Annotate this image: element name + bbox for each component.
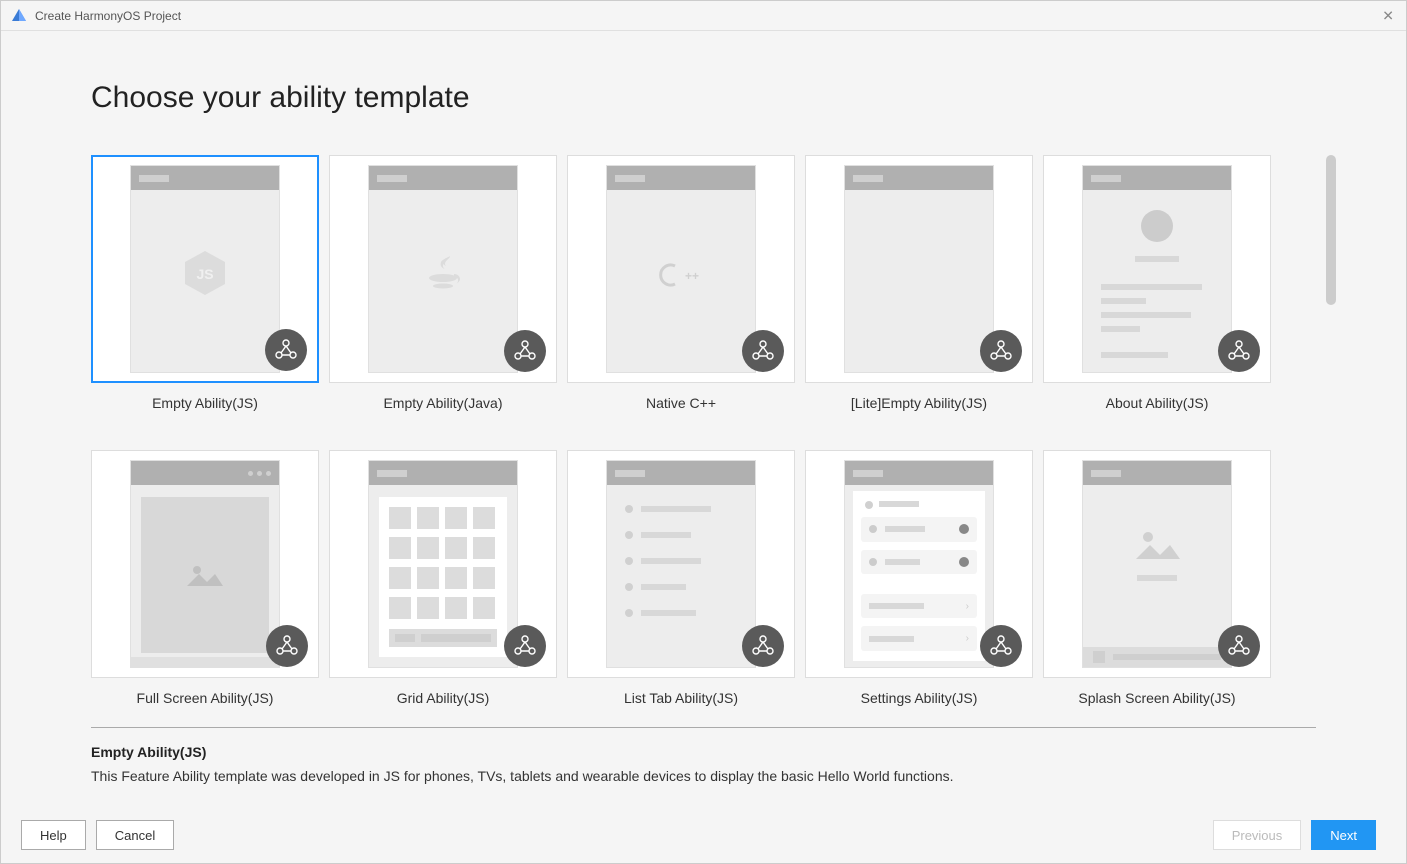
template-label: About Ability(JS): [1106, 395, 1209, 411]
harmony-badge-icon: [1218, 330, 1260, 372]
harmony-badge-icon: [742, 625, 784, 667]
harmony-badge-icon: [266, 625, 308, 667]
titlebar: Create HarmonyOS Project ✕: [1, 1, 1406, 31]
svg-text:++: ++: [685, 269, 699, 283]
description-title: Empty Ability(JS): [91, 744, 1316, 760]
app-logo-icon: [11, 8, 27, 24]
page-title: Choose your ability template: [91, 81, 1316, 115]
previous-button: Previous: [1213, 820, 1302, 850]
description-text: This Feature Ability template was develo…: [91, 768, 1316, 784]
template-grid-js[interactable]: Grid Ability(JS): [329, 450, 557, 715]
template-splash-js[interactable]: Splash Screen Ability(JS): [1043, 450, 1271, 715]
window-title: Create HarmonyOS Project: [35, 9, 181, 23]
template-label: Splash Screen Ability(JS): [1078, 690, 1235, 706]
harmony-badge-icon: [742, 330, 784, 372]
js-icon: JS: [180, 248, 230, 303]
java-icon: [418, 248, 468, 303]
template-label: Native C++: [646, 395, 716, 411]
next-button[interactable]: Next: [1311, 820, 1376, 850]
help-button[interactable]: Help: [21, 820, 86, 850]
close-icon[interactable]: ✕: [1382, 7, 1394, 24]
template-fullscreen-js[interactable]: Full Screen Ability(JS): [91, 450, 319, 715]
svg-text:JS: JS: [196, 266, 213, 282]
template-label: Grid Ability(JS): [397, 690, 490, 706]
harmony-badge-icon: [504, 625, 546, 667]
template-lite-empty-js[interactable]: [Lite]Empty Ability(JS): [805, 155, 1033, 420]
template-label: Empty Ability(Java): [383, 395, 502, 411]
image-icon: [185, 560, 225, 590]
harmony-badge-icon: [504, 330, 546, 372]
template-about-js[interactable]: About Ability(JS): [1043, 155, 1271, 420]
avatar-icon: [1141, 210, 1173, 242]
cancel-button[interactable]: Cancel: [96, 820, 174, 850]
template-settings-js[interactable]: › › Settings Ability(JS): [805, 450, 1033, 715]
template-grid: JS Empty Ability(JS): [91, 155, 1316, 715]
image-icon: [1132, 525, 1182, 565]
harmony-badge-icon: [1218, 625, 1260, 667]
template-label: Empty Ability(JS): [152, 395, 258, 411]
template-empty-java[interactable]: Empty Ability(Java): [329, 155, 557, 420]
template-label: [Lite]Empty Ability(JS): [851, 395, 987, 411]
template-listtab-js[interactable]: List Tab Ability(JS): [567, 450, 795, 715]
scrollbar[interactable]: [1326, 155, 1336, 305]
template-native-cpp[interactable]: ++ Native C++: [567, 155, 795, 420]
harmony-badge-icon: [265, 329, 307, 371]
footer: Help Cancel Previous Next: [1, 807, 1406, 863]
template-label: Settings Ability(JS): [861, 690, 978, 706]
template-label: Full Screen Ability(JS): [137, 690, 274, 706]
harmony-badge-icon: [980, 330, 1022, 372]
cpp-icon: ++: [653, 260, 709, 295]
template-empty-js[interactable]: JS Empty Ability(JS): [91, 155, 319, 420]
harmony-badge-icon: [980, 625, 1022, 667]
template-label: List Tab Ability(JS): [624, 690, 738, 706]
description-block: Empty Ability(JS) This Feature Ability t…: [1, 728, 1406, 784]
